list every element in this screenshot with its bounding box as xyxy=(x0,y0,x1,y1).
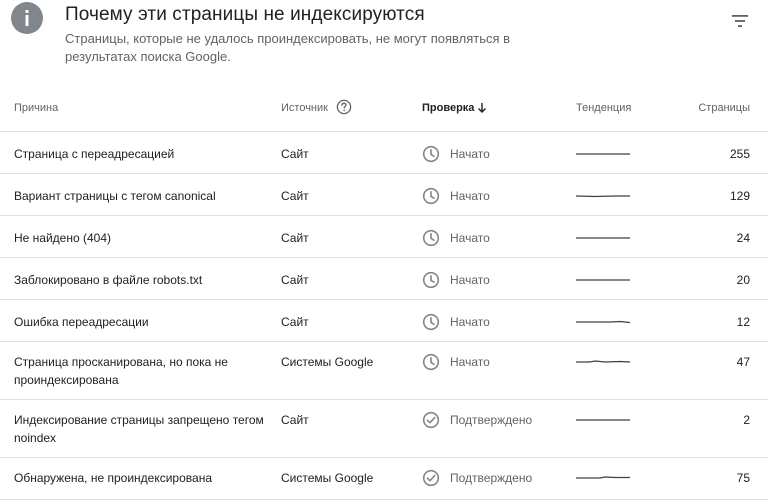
reason-cell: Вариант страницы с тегом canonical xyxy=(14,189,216,203)
reason-cell: Страница с переадресацией xyxy=(14,147,175,161)
trend-sparkline xyxy=(575,189,631,201)
trend-sparkline xyxy=(575,315,631,327)
trend-sparkline xyxy=(575,231,631,243)
column-header-trend: Тенденция xyxy=(576,102,632,114)
source-cell: Сайт xyxy=(281,189,309,203)
table-row[interactable]: Страница просканирована, но пока не прои… xyxy=(0,342,768,400)
source-cell: Системы Google xyxy=(281,355,374,369)
clock-icon xyxy=(422,145,440,163)
table-row[interactable]: Индексирование страницы запрещено тегом … xyxy=(0,400,768,458)
clock-icon xyxy=(422,187,440,205)
source-cell: Сайт xyxy=(281,147,309,161)
status-label: Начато xyxy=(450,315,490,329)
pages-count: 24 xyxy=(736,231,750,245)
trend-sparkline xyxy=(575,355,631,367)
status-label: Подтверждено xyxy=(450,471,533,485)
section-title: Почему эти страницы не индексируются xyxy=(65,4,425,25)
pages-count: 75 xyxy=(736,471,750,485)
status-label: Подтверждено xyxy=(450,413,533,427)
validation-status: Начато xyxy=(422,145,572,163)
reason-cell: Обнаружена, не проиндексирована xyxy=(14,471,212,485)
status-label: Начато xyxy=(450,355,490,369)
trend-sparkline xyxy=(575,413,631,425)
help-icon[interactable] xyxy=(336,99,352,115)
pages-count: 2 xyxy=(743,413,750,427)
info-icon xyxy=(11,2,43,34)
status-label: Начато xyxy=(450,189,490,203)
sort-down-icon[interactable] xyxy=(476,101,488,113)
reason-cell: Не найдено (404) xyxy=(14,231,112,245)
column-header-reason[interactable]: Причина xyxy=(14,102,58,114)
section-subtitle: Страницы, которые не удалось проиндексир… xyxy=(65,31,511,64)
trend-sparkline xyxy=(575,147,631,159)
validation-status: Подтверждено xyxy=(422,411,572,429)
table-row[interactable]: Ошибка переадресации Сайт Начато 12 xyxy=(0,300,768,342)
validation-status: Подтверждено xyxy=(422,469,572,487)
status-label: Начато xyxy=(450,147,490,161)
pages-count: 12 xyxy=(736,315,750,329)
reason-cell: Заблокировано в файле robots.txt xyxy=(14,273,203,287)
table-row[interactable]: Вариант страницы с тегом canonical Сайт На… xyxy=(0,174,768,216)
pages-count: 255 xyxy=(729,147,750,161)
table-row[interactable]: Страница с переадресацией Сайт Начато 255 xyxy=(0,132,768,174)
trend-sparkline xyxy=(575,471,631,483)
pages-count: 20 xyxy=(736,273,750,287)
validation-status: Начато xyxy=(422,187,572,205)
validation-status: Начато xyxy=(422,229,572,247)
source-cell: Сайт xyxy=(281,231,309,245)
pages-count: 129 xyxy=(729,189,750,203)
reason-cell: Страница просканирована, но пока не прои… xyxy=(14,355,228,387)
validation-status: Начато xyxy=(422,353,572,371)
table-row[interactable]: Не найдено (404) Сайт Начато 24 xyxy=(0,216,768,258)
table-header: Причина Источник Проверка Тенденция Стра… xyxy=(0,88,768,132)
column-header-source[interactable]: Источник xyxy=(281,102,328,114)
section-header: Почему эти страницы не индексируются Стр… xyxy=(0,0,768,78)
column-header-validation[interactable]: Проверка xyxy=(422,102,474,114)
validation-status: Начато xyxy=(422,313,572,331)
filter-icon[interactable] xyxy=(728,9,752,33)
column-header-pages[interactable]: Страницы xyxy=(698,102,750,114)
clock-icon xyxy=(422,271,440,289)
source-cell: Системы Google xyxy=(281,471,374,485)
status-label: Начато xyxy=(450,231,490,245)
table-row[interactable]: Обнаружена, не проиндексирована Системы G… xyxy=(0,458,768,500)
source-cell: Сайт xyxy=(281,315,309,329)
clock-icon xyxy=(422,229,440,247)
clock-icon xyxy=(422,353,440,371)
table-row[interactable]: Заблокировано в файле robots.txt Сайт Нача… xyxy=(0,258,768,300)
check-circle-icon xyxy=(422,411,440,429)
source-cell: Сайт xyxy=(281,273,309,287)
pages-count: 47 xyxy=(736,355,750,369)
trend-sparkline xyxy=(575,273,631,285)
clock-icon xyxy=(422,313,440,331)
check-circle-icon xyxy=(422,469,440,487)
reason-cell: Индексирование страницы запрещено тегом … xyxy=(14,413,264,445)
source-cell: Сайт xyxy=(281,413,309,427)
status-label: Начато xyxy=(450,273,490,287)
validation-status: Начато xyxy=(422,271,572,289)
reason-cell: Ошибка переадресации xyxy=(14,315,149,329)
